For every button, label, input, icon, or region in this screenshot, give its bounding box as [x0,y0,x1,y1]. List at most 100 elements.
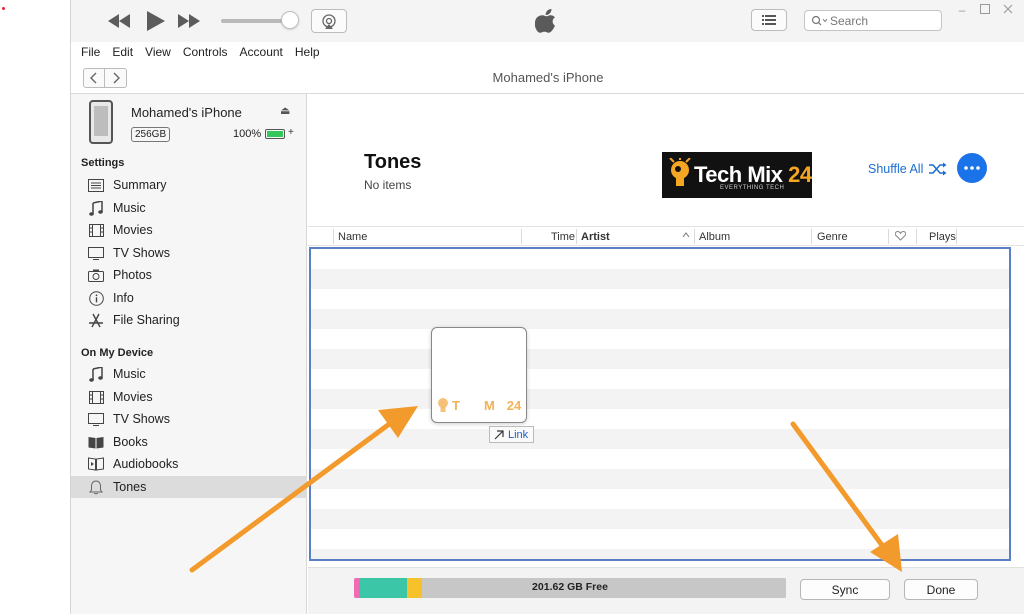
on-my-device-header: On My Device [81,347,154,359]
sort-chevron-up-icon [682,230,690,242]
bell-icon [87,479,105,495]
sidebar-item-movies[interactable]: Movies [71,219,307,241]
column-header: Name Time Artist Album Genre Plays [308,226,1024,246]
sidebar-item-tv-shows[interactable]: TV Shows [71,242,307,264]
sidebar-item-device-tv-shows[interactable]: TV Shows [71,408,307,430]
column-separator [694,229,695,244]
column-name[interactable]: Name [338,231,367,243]
book-icon [87,434,105,450]
close-button[interactable] [1002,4,1014,16]
battery-percent: 100% [233,128,262,140]
heart-icon[interactable] [894,230,907,244]
more-options-button[interactable] [957,153,987,183]
menu-file[interactable]: File [81,45,100,59]
sidebar-item-label: Audiobooks [113,457,179,471]
music-note-icon [87,200,105,216]
menu-account[interactable]: Account [240,45,283,59]
summary-icon [87,177,105,193]
menu-help[interactable]: Help [295,45,320,59]
capacity-badge: 256GB [131,127,171,142]
sidebar-item-label: Music [113,201,146,215]
sidebar-item-label: TV Shows [113,412,170,426]
eject-icon[interactable]: ⏏ [280,104,290,117]
battery-icon [265,129,285,139]
list-view-button[interactable] [751,9,787,31]
sidebar-item-label: Summary [113,178,167,192]
storage-bar: 201.62 GB Free [354,578,786,598]
table-row [311,549,1009,559]
sidebar-item-summary[interactable]: Summary [71,174,307,196]
list-view-icon [762,15,776,25]
sidebar-item-label: Movies [113,390,153,404]
navigation-row: Mohamed's iPhone [71,62,1024,94]
column-separator [333,229,334,244]
table-row [311,509,1009,529]
column-plays[interactable]: Plays [929,231,956,243]
fast-forward-button[interactable] [177,10,201,32]
table-row [311,429,1009,449]
bottom-bar: 201.62 GB Free Sync Done [308,567,1024,614]
film-icon [87,389,105,405]
tv-icon [87,245,105,261]
play-button[interactable] [144,8,168,34]
column-time[interactable]: Time [551,231,575,243]
sidebar-item-device-music[interactable]: Music [71,363,307,385]
sidebar-item-label: TV Shows [113,246,170,260]
logo-text-prefix: Tech Mix [694,162,783,187]
sidebar: Mohamed's iPhone ⏏ 256GB 100% + Settings… [71,94,307,614]
sidebar-item-device-movies[interactable]: Movies [71,386,307,408]
sidebar-item-info[interactable]: Info [71,287,307,309]
shuffle-all-button[interactable]: Shuffle All [868,162,947,176]
column-separator [576,229,577,244]
storage-free-label: 201.62 GB Free [532,581,608,593]
maximize-button[interactable] [979,4,991,16]
column-artist[interactable]: Artist [581,231,610,243]
charging-icon: + [288,127,294,138]
airplay-button[interactable] [311,9,347,33]
iphone-icon [89,100,113,144]
lightbulb-icon [438,398,448,412]
film-icon [87,222,105,238]
menu-controls[interactable]: Controls [183,45,228,59]
minimize-button[interactable]: – [956,4,968,16]
sidebar-item-device-audiobooks[interactable]: Audiobooks [71,453,307,475]
volume-knob[interactable] [281,11,299,29]
sidebar-item-label: Tones [113,480,147,494]
table-row [311,269,1009,289]
sidebar-item-label: Music [113,367,146,381]
search-placeholder: Search [830,13,869,28]
sidebar-item-device-tones[interactable]: Tones [71,476,307,498]
window-title: Mohamed's iPhone [492,70,604,85]
done-button[interactable]: Done [904,579,978,600]
link-label: Link [508,428,529,441]
shuffle-icon [929,162,947,176]
column-separator [888,229,889,244]
sidebar-item-device-books[interactable]: Books [71,431,307,453]
apple-logo [534,8,561,36]
shuffle-all-label: Shuffle All [868,162,924,176]
sidebar-item-photos[interactable]: Photos [71,264,307,286]
search-field[interactable]: Search [804,10,942,31]
rewind-button[interactable] [107,10,131,32]
tones-drop-zone[interactable]: T M 24 Link [309,247,1011,561]
settings-header: Settings [81,157,125,169]
tech-mix-24-logo: Tech Mix 24 EVERYTHING TECH [662,152,812,198]
menu-edit[interactable]: Edit [112,45,133,59]
sidebar-item-music[interactable]: Music [71,197,307,219]
apple-logo-icon [534,9,555,33]
sidebar-item-file-sharing[interactable]: File Sharing [71,309,307,331]
item-count: No items [364,178,412,192]
info-icon [87,290,105,306]
sync-button[interactable]: Sync [800,579,890,600]
table-row [311,389,1009,409]
dragged-file-preview[interactable]: T M 24 [431,327,527,423]
logo-tagline: EVERYTHING TECH [720,185,785,191]
battery-fill [267,131,283,137]
main-content: Tones No items Tech Mix 24 EVERYTHING TE… [308,94,1024,614]
device-name: Mohamed's iPhone [131,105,242,120]
menu-view[interactable]: View [145,45,171,59]
column-album[interactable]: Album [699,231,730,243]
lightbulb-icon [669,158,691,186]
column-genre[interactable]: Genre [817,231,848,243]
more-icon [964,166,980,170]
